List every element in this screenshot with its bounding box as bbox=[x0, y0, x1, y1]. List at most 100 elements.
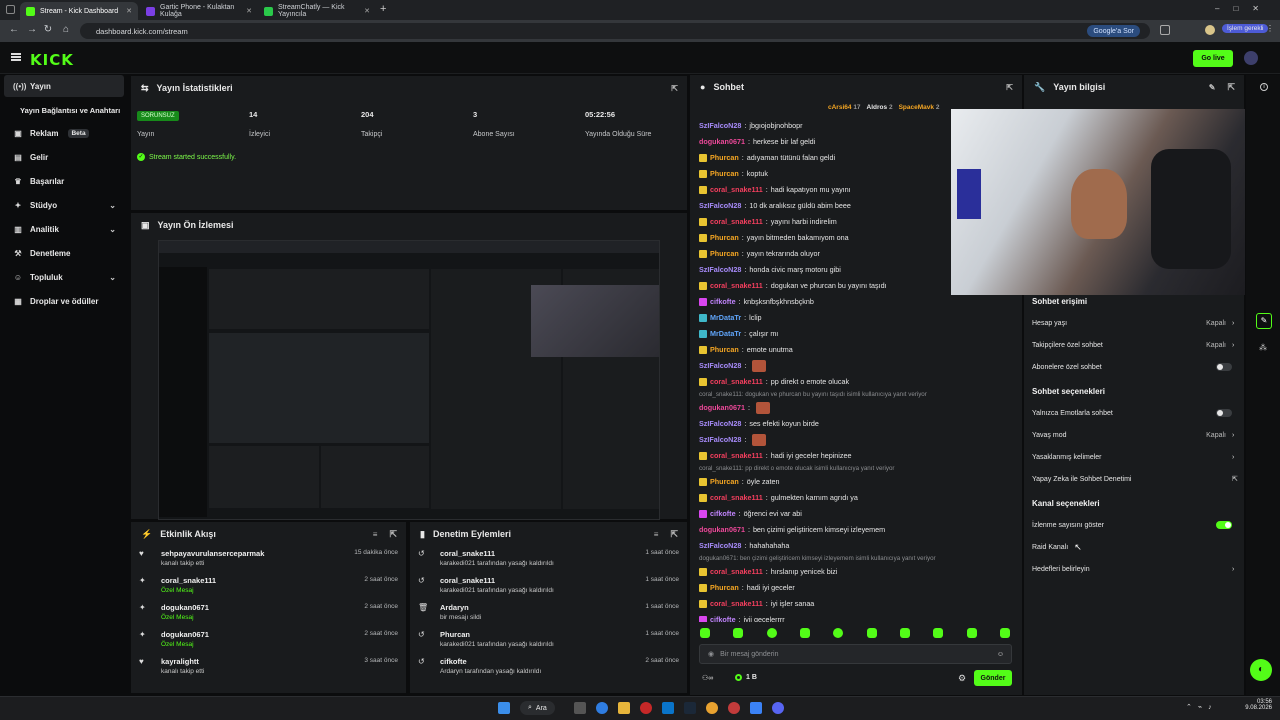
chat-username[interactable]: coral_snake111 bbox=[710, 564, 763, 580]
sidebar-item-basarilar[interactable]: ♛ Başarılar bbox=[4, 170, 124, 192]
chat-username[interactable]: dogukan0671 bbox=[699, 400, 745, 416]
chat-username[interactable]: MrDataTr bbox=[710, 326, 741, 342]
activity-username[interactable]: sehpayavurulanserceparmak bbox=[161, 549, 264, 558]
emote-icon[interactable] bbox=[700, 628, 710, 638]
moderation-username[interactable]: Phurcan bbox=[440, 630, 554, 639]
chat-settings-icon[interactable]: ⚙ bbox=[958, 673, 966, 684]
emote-icon[interactable] bbox=[866, 628, 877, 638]
app-icon[interactable] bbox=[728, 702, 740, 714]
chat-username[interactable]: coral_snake111 bbox=[710, 374, 763, 390]
sidebar-item-yayin[interactable]: ((•)) Yayın bbox=[4, 75, 124, 97]
chat-username[interactable]: cifkofte bbox=[710, 294, 736, 310]
hamburger-menu-icon[interactable] bbox=[11, 53, 21, 61]
browser-menu-icon[interactable] bbox=[6, 5, 15, 14]
tab-gartic-phone[interactable]: Gartic Phone - Kulaktan Kulağa ✕ bbox=[140, 2, 258, 20]
chrome-icon[interactable] bbox=[706, 702, 718, 714]
chat-username[interactable]: SzIFalcoN28 bbox=[699, 538, 741, 554]
activity-username[interactable]: dogukan0671 bbox=[161, 603, 209, 612]
chat-username[interactable]: SzIFalcoN28 bbox=[699, 432, 741, 448]
moderation-username[interactable]: Ardaryn bbox=[440, 603, 481, 612]
opera-icon[interactable] bbox=[640, 702, 652, 714]
chat-username[interactable]: Phurcan bbox=[710, 230, 739, 246]
chat-username[interactable]: Phurcan bbox=[710, 342, 739, 358]
taskbar-search[interactable]: ⌕ Ara bbox=[520, 701, 555, 715]
viewer-count-toggle[interactable] bbox=[1216, 521, 1232, 529]
moderation-username[interactable]: coral_snake111 bbox=[440, 576, 554, 585]
task-view-icon[interactable] bbox=[574, 702, 586, 714]
chat-username[interactable]: cifkofte bbox=[710, 506, 736, 522]
activity-username[interactable]: kayralightt bbox=[161, 657, 204, 666]
emote-icon[interactable] bbox=[766, 628, 777, 638]
chat-username[interactable]: cifkofte bbox=[710, 612, 736, 622]
activity-username[interactable]: dogukan0671 bbox=[161, 630, 209, 639]
sidebar-item-gelir[interactable]: ▤ Gelir bbox=[4, 146, 124, 168]
tab-streamchatly[interactable]: StreamChatly — Kick Yayıncıla ✕ bbox=[258, 2, 376, 20]
chat-username[interactable]: Phurcan bbox=[710, 166, 739, 182]
popout-icon[interactable]: ⇱ bbox=[1006, 83, 1013, 92]
chat-username[interactable]: coral_snake111 bbox=[710, 490, 763, 506]
action-required-button[interactable]: İşlem gerekli bbox=[1222, 24, 1269, 33]
sidebar-item-studyo[interactable]: ✦ Stüdyo ⌄ bbox=[4, 194, 124, 216]
chat-username[interactable]: coral_snake111 bbox=[710, 448, 763, 464]
gifter[interactable]: cArsi64 17 bbox=[828, 104, 861, 111]
chat-username[interactable]: Phurcan bbox=[710, 474, 739, 490]
sidebar-item-stream-key[interactable]: Yayın Bağlantısı ve Anahtarı bbox=[4, 99, 124, 121]
setting-account-age[interactable]: Hesap yaşı Kapalı › bbox=[1032, 316, 1238, 330]
stream-preview-video[interactable] bbox=[158, 240, 660, 520]
app-icon[interactable] bbox=[662, 702, 674, 714]
emoji-picker-icon[interactable]: ☺ bbox=[997, 651, 1004, 658]
chat-users-icon[interactable]: ⚇∞ bbox=[702, 674, 713, 682]
emote-icon[interactable] bbox=[933, 628, 944, 638]
emote-icon[interactable] bbox=[799, 628, 810, 638]
popout-icon[interactable]: ⇱ bbox=[389, 529, 397, 540]
back-icon[interactable]: ← bbox=[6, 24, 22, 35]
emote-only-toggle[interactable] bbox=[1216, 409, 1232, 417]
wrench-icon[interactable]: ✎ bbox=[1256, 313, 1272, 329]
chat-username[interactable]: coral_snake111 bbox=[710, 596, 763, 612]
sidebar-item-topluluk[interactable]: ☺ Topluluk ⌄ bbox=[4, 266, 124, 288]
chat-username[interactable]: coral_snake111 bbox=[710, 278, 763, 294]
setting-followers-only[interactable]: Takipçilere özel sohbet Kapalı › bbox=[1032, 338, 1238, 352]
channel-points[interactable]: 1 B bbox=[735, 674, 757, 681]
extensions-icon[interactable] bbox=[1160, 25, 1170, 35]
chat-username[interactable]: coral_snake111 bbox=[710, 214, 763, 230]
info-icon[interactable]: i bbox=[1260, 83, 1268, 91]
chat-username[interactable]: SzIFalcoN28 bbox=[699, 416, 741, 432]
send-button[interactable]: Gönder bbox=[974, 670, 1012, 686]
emote-icon[interactable] bbox=[966, 628, 977, 638]
chat-username[interactable]: Phurcan bbox=[710, 246, 739, 262]
chat-username[interactable]: dogukan0671 bbox=[699, 522, 745, 538]
discord-icon[interactable] bbox=[772, 702, 784, 714]
chat-username[interactable]: SzIFalcoN28 bbox=[699, 118, 741, 134]
steam-icon[interactable] bbox=[684, 702, 696, 714]
browser-menu-dots-icon[interactable]: ⋮ bbox=[1266, 24, 1274, 33]
setting-set-goals[interactable]: Hedefleri belirleyin › bbox=[1032, 562, 1238, 576]
activity-username[interactable]: coral_snake111 bbox=[161, 576, 216, 585]
user-avatar[interactable] bbox=[1244, 51, 1258, 65]
emote-icon[interactable] bbox=[999, 628, 1010, 638]
popout-icon[interactable]: ⇱ bbox=[1227, 82, 1235, 93]
sidebar-item-droplar[interactable]: ▦ Droplar ve ödüller bbox=[4, 290, 124, 312]
popout-icon[interactable]: ⇱ bbox=[670, 529, 678, 540]
tab-kick-dashboard[interactable]: Stream - Kick Dashboard ✕ bbox=[20, 2, 138, 20]
close-tab-icon[interactable]: ✕ bbox=[246, 7, 252, 15]
filter-icon[interactable]: ≡ bbox=[373, 530, 378, 539]
popout-icon[interactable]: ⇱ bbox=[671, 84, 678, 93]
setting-ai-moderation[interactable]: Yapay Zeka ile Sohbet Denetimi ⇱ bbox=[1032, 472, 1238, 486]
help-chat-icon[interactable]: ◐ bbox=[1250, 659, 1272, 681]
file-explorer-icon[interactable] bbox=[618, 702, 630, 714]
filter-icon[interactable]: ≡ bbox=[654, 530, 659, 539]
close-tab-icon[interactable]: ✕ bbox=[126, 7, 132, 15]
reload-icon[interactable]: ↻ bbox=[40, 24, 56, 35]
kick-logo[interactable]: KICK bbox=[30, 51, 74, 69]
moderation-username[interactable]: cifkofte bbox=[440, 657, 541, 666]
go-live-button[interactable]: Go live bbox=[1193, 50, 1233, 67]
address-bar[interactable]: dashboard.kick.com/stream Google'a Sor bbox=[80, 23, 1150, 39]
windows-start-icon[interactable] bbox=[498, 702, 510, 714]
clock[interactable]: 03:56 9.08.2026 bbox=[1228, 699, 1272, 711]
profile-avatar[interactable] bbox=[1205, 25, 1215, 35]
emote-icon[interactable] bbox=[833, 628, 844, 638]
home-icon[interactable]: ⌂ bbox=[58, 24, 74, 35]
emote-icon[interactable] bbox=[899, 628, 910, 638]
window-controls[interactable]: –□✕ bbox=[1215, 4, 1273, 13]
